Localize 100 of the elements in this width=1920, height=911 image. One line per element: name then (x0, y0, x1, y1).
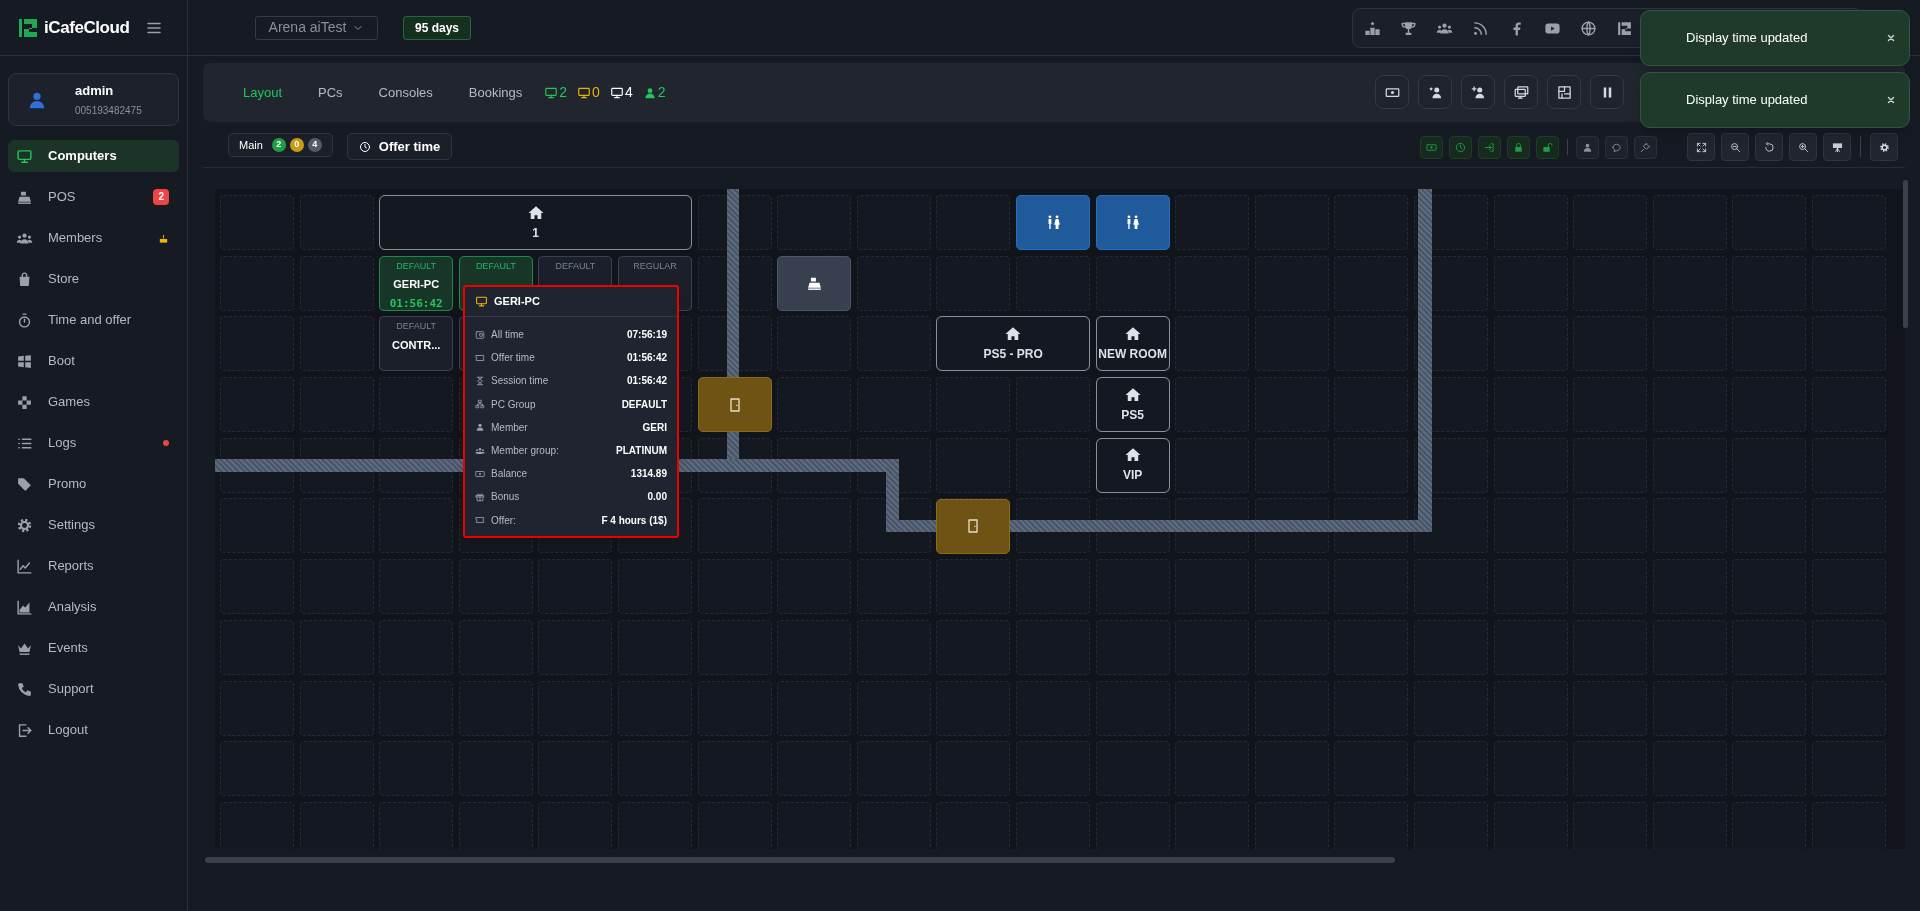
offer-time-button[interactable]: Offer time (346, 133, 453, 160)
board-button[interactable] (1823, 133, 1851, 161)
gear-icon (1878, 141, 1890, 153)
zoomin-button[interactable] (1789, 133, 1817, 161)
room-name: PS5 (1121, 406, 1144, 424)
sidebar-item[interactable]: Settings (8, 509, 179, 541)
sidebar-item[interactable]: Games (8, 386, 179, 418)
lock-button[interactable] (1507, 135, 1530, 159)
plug-button[interactable] (1634, 135, 1657, 159)
sidebar-item[interactable]: Members (8, 222, 179, 254)
door[interactable] (936, 498, 1011, 554)
userplus-button[interactable] (1461, 75, 1495, 109)
pc-card[interactable]: DEFAULT GERI-PC 01:56:42 (379, 255, 454, 311)
unlock-button[interactable] (1536, 135, 1559, 159)
close-button[interactable] (1885, 94, 1897, 106)
sidebar-item[interactable]: Boot (8, 345, 179, 377)
room[interactable]: PS5 - PRO (936, 316, 1090, 372)
tab[interactable]: Layout (237, 82, 289, 103)
info-label: Offer: (491, 513, 516, 528)
session-time: 01:56:42 (389, 295, 443, 312)
sidebar-item[interactable]: Reports (8, 550, 179, 582)
user-id: 005193482475 (75, 104, 142, 119)
person-button[interactable] (1576, 135, 1599, 159)
expand-icon (1695, 141, 1707, 153)
sidebar-item[interactable]: Logout (8, 714, 179, 746)
chat-button[interactable] (1605, 135, 1628, 159)
chat-icon (1611, 141, 1622, 153)
exit-button[interactable] (1478, 135, 1501, 159)
userplus-icon (1470, 84, 1486, 100)
door[interactable] (697, 377, 772, 433)
pc-name: CONTR... (392, 337, 441, 353)
pc-group: DEFAULT (396, 259, 437, 274)
sidebar-item[interactable]: Store (8, 263, 179, 295)
info-label: All time (491, 328, 524, 343)
logout-icon (16, 721, 33, 739)
screens-icon (1513, 84, 1529, 100)
info-label: Balance (491, 467, 528, 482)
tab[interactable]: Consoles (372, 82, 439, 103)
info-label: Member (491, 420, 528, 435)
screens-button[interactable] (1504, 75, 1538, 109)
monitor-icon (544, 85, 559, 100)
room[interactable]: PS5 (1095, 377, 1170, 433)
sidebar-item[interactable]: Promo (8, 468, 179, 500)
sidebar-item[interactable]: POS 2 (8, 181, 179, 213)
money-icon (475, 468, 485, 479)
count-badge: 0 (289, 138, 304, 152)
pc-group: REGULAR (633, 259, 677, 274)
room[interactable]: 1 (379, 195, 692, 250)
close-icon (1886, 95, 1896, 105)
restroom[interactable] (1095, 195, 1170, 250)
podium-icon (1364, 19, 1381, 37)
info-label: Member group: (491, 444, 559, 459)
zoomout-button[interactable] (1721, 133, 1749, 161)
cashier-desk[interactable] (777, 255, 852, 311)
sidebar-item[interactable]: Computers (8, 140, 179, 172)
pc-group: DEFAULT (475, 259, 516, 274)
monitor-icon (16, 147, 33, 165)
info-value: 01:56:42 (626, 374, 667, 389)
ticket-icon (475, 352, 485, 363)
sidebar-item[interactable]: Events (8, 632, 179, 664)
sidebar-item[interactable]: Support (8, 673, 179, 705)
trophy-icon (1400, 19, 1417, 37)
users-icon (475, 445, 485, 456)
room[interactable]: NEW ROOM (1095, 316, 1170, 372)
floor-tab[interactable]: Main 2 0 4 (228, 133, 333, 157)
podium-link[interactable] (1363, 18, 1382, 38)
rotate-button[interactable] (1755, 133, 1783, 161)
room[interactable]: VIP (1095, 437, 1170, 493)
info-value: F 4 hours (1$) (601, 513, 667, 528)
gear-icon (16, 516, 33, 534)
room-name: 1 (532, 224, 539, 242)
expand-button[interactable] (1687, 133, 1715, 161)
tab[interactable]: Bookings (462, 82, 529, 103)
layout-button[interactable] (1547, 75, 1581, 109)
globe-link[interactable] (1579, 18, 1598, 38)
close-button[interactable] (1885, 32, 1897, 44)
userstar-button[interactable] (1418, 75, 1452, 109)
gear-button[interactable] (1870, 133, 1898, 161)
pc-name: GERI-PC (393, 277, 440, 293)
chartarea-icon (16, 598, 33, 616)
sidebar-item[interactable]: Analysis (8, 591, 179, 623)
pause-button[interactable] (1590, 75, 1624, 109)
info-value: DEFAULT (621, 397, 667, 412)
workspace-select[interactable]: Arena aiTest (255, 15, 378, 40)
toast-message: Display time updated (1686, 29, 1808, 48)
info-value: 01:56:42 (626, 351, 667, 366)
phone-icon (16, 680, 33, 698)
status-count: 4 (609, 82, 633, 103)
money-icon (1426, 141, 1437, 153)
board-icon (1831, 141, 1843, 153)
sidebar-item[interactable]: Time and offer (8, 304, 179, 336)
info-value: PLATINUM (616, 444, 667, 459)
money-button[interactable] (1375, 75, 1409, 109)
tab[interactable]: PCs (312, 82, 349, 103)
gift-icon (475, 491, 485, 502)
sidebar-item[interactable]: Logs (8, 427, 179, 459)
clock-button[interactable] (1449, 135, 1472, 159)
monitor-icon (577, 85, 592, 100)
pc-card[interactable]: DEFAULT CONTR... (379, 316, 454, 372)
rotate-icon (1763, 141, 1775, 153)
